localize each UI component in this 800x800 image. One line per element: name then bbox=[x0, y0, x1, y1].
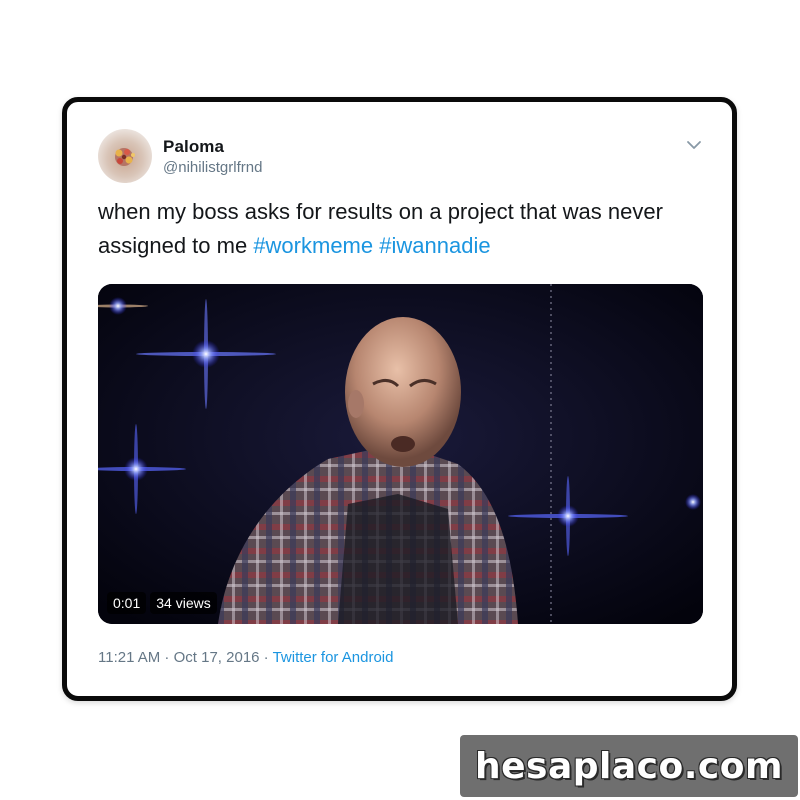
watermark: hesaplaco.com bbox=[460, 735, 798, 797]
video-player[interactable]: 0:01 34 views bbox=[98, 284, 703, 624]
tweet-date[interactable]: Oct 17, 2016 bbox=[174, 649, 260, 666]
tweet-source-link[interactable]: Twitter for Android bbox=[273, 649, 394, 666]
video-views: 34 views bbox=[150, 592, 217, 614]
avatar-image bbox=[115, 148, 135, 166]
user-handle[interactable]: @nihilistgrlfrnd bbox=[163, 159, 262, 176]
display-name[interactable]: Paloma bbox=[163, 137, 224, 157]
video-badge: 0:01 34 views bbox=[107, 592, 217, 614]
chevron-down-icon[interactable] bbox=[686, 138, 702, 150]
video-duration: 0:01 bbox=[107, 592, 147, 614]
avatar[interactable] bbox=[98, 129, 152, 183]
tweet-card: Paloma @nihilistgrlfrnd when my boss ask… bbox=[62, 97, 737, 701]
page: Paloma @nihilistgrlfrnd when my boss ask… bbox=[0, 0, 800, 800]
tweet-meta: 11:21 AM · Oct 17, 2016 · Twitter for An… bbox=[98, 649, 393, 666]
video-thumbnail bbox=[98, 284, 703, 624]
meta-separator: · bbox=[259, 649, 273, 666]
tweet-text: when my boss asks for results on a proje… bbox=[98, 195, 718, 263]
hashtag-workmeme[interactable]: #workmeme bbox=[253, 233, 373, 258]
watermark-text: hesaplaco.com bbox=[475, 745, 783, 787]
meta-separator: · bbox=[160, 649, 174, 666]
tweet-time[interactable]: 11:21 AM bbox=[98, 649, 160, 666]
hashtag-iwannadie[interactable]: #iwannadie bbox=[379, 233, 490, 258]
